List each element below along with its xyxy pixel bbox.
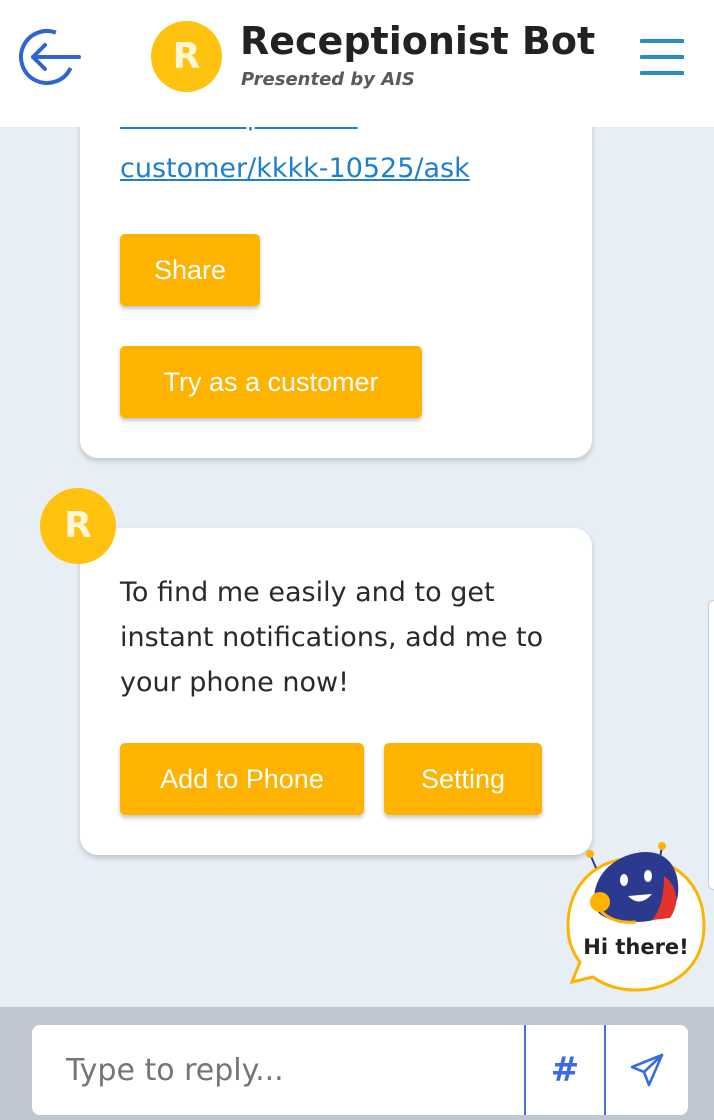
page-title: Receptionist Bot bbox=[240, 19, 596, 63]
try-as-customer-button[interactable]: Try as a customer bbox=[120, 346, 422, 418]
share-button[interactable]: Share bbox=[120, 234, 260, 306]
menu-button[interactable] bbox=[638, 36, 686, 78]
composer: # bbox=[32, 1025, 688, 1115]
menu-bar bbox=[640, 71, 684, 75]
reply-input[interactable] bbox=[32, 1025, 524, 1115]
bot-avatar: R bbox=[40, 488, 116, 564]
hamburger-menu-icon bbox=[640, 39, 684, 43]
robot-mascot-icon bbox=[566, 842, 706, 992]
helper-greeting: Hi there! bbox=[583, 935, 689, 959]
menu-bar bbox=[640, 55, 684, 59]
message-text: To find me easily and to get instant not… bbox=[120, 577, 544, 698]
side-panel-edge[interactable] bbox=[708, 600, 714, 890]
back-button[interactable] bbox=[16, 26, 82, 88]
bot-message-card: To find me easily and to get instant not… bbox=[80, 528, 592, 855]
share-link[interactable]: customer/kkkk-10525/ask bbox=[120, 152, 470, 186]
avatar-letter: R bbox=[64, 505, 92, 546]
send-button[interactable] bbox=[606, 1025, 688, 1115]
bot-logo: R bbox=[151, 21, 222, 92]
composer-bar: # bbox=[0, 1007, 714, 1120]
logo-letter: R bbox=[172, 35, 201, 77]
page-subtitle: Presented by AIS bbox=[241, 69, 415, 90]
app-header: R Receptionist Bot Presented by AIS bbox=[0, 0, 714, 127]
back-arrow-icon bbox=[19, 29, 81, 85]
helper-chat-bubble[interactable]: Hi there! bbox=[566, 838, 706, 998]
setting-button[interactable]: Setting bbox=[384, 743, 542, 815]
add-to-phone-button[interactable]: Add to Phone bbox=[120, 743, 364, 815]
hashtag-button[interactable]: # bbox=[524, 1025, 606, 1115]
paper-plane-icon bbox=[630, 1053, 664, 1087]
